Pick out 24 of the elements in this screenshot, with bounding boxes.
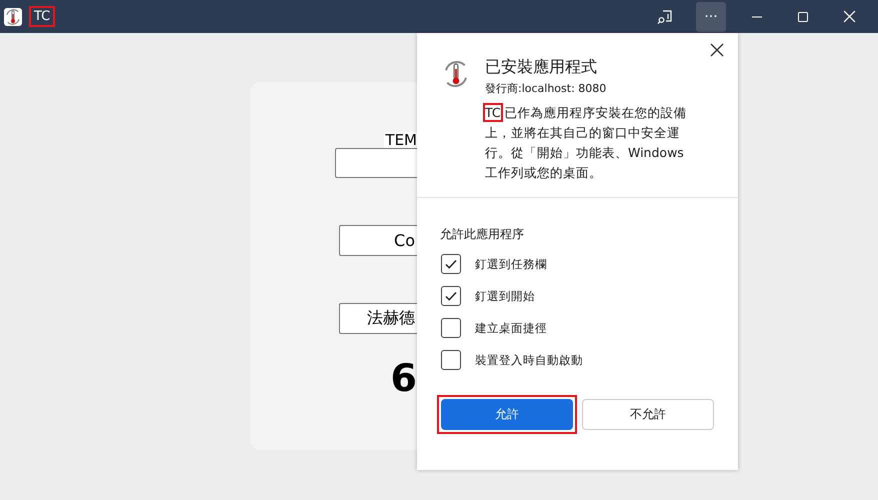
deny-button[interactable]: 不允許 xyxy=(582,399,714,430)
maximize-icon[interactable] xyxy=(797,10,809,22)
result-text: 6 xyxy=(390,358,417,398)
convert-button[interactable]: Co xyxy=(339,225,417,256)
close-icon[interactable] xyxy=(842,10,856,23)
checkbox[interactable] xyxy=(441,254,461,274)
dialog-title: 已安裝應用程式 xyxy=(485,57,598,77)
option-label[interactable]: 裝置登入時自動啟動 xyxy=(475,352,583,368)
option-label[interactable]: 釘選到任務欄 xyxy=(475,256,547,272)
option-label[interactable]: 建立桌面捷徑 xyxy=(475,320,547,336)
app-icon xyxy=(4,8,22,26)
more-button[interactable]: ··· xyxy=(696,2,726,32)
allow-button[interactable]: 允許 xyxy=(441,399,573,430)
option-label[interactable]: 釘選到開始 xyxy=(475,288,535,304)
checkbox[interactable] xyxy=(441,286,461,306)
description-text: TC 已作為應用程序安裝在您的設備上，並將在其自己的窗口中安全運行。從「開始」功能表、Windows 工作列或您的桌面。 xyxy=(485,104,688,182)
convert-button[interactable]: 法赫德 xyxy=(339,303,417,334)
window-title: TC xyxy=(31,8,54,25)
publisher-text: 發行商:localhost: 8080 xyxy=(485,81,608,97)
permissions-heading: 允許此應用程序 xyxy=(440,226,525,243)
input-field[interactable] xyxy=(335,148,417,178)
field-label: TEM xyxy=(384,132,417,148)
checkbox[interactable] xyxy=(441,318,461,338)
checkbox[interactable] xyxy=(441,350,461,370)
